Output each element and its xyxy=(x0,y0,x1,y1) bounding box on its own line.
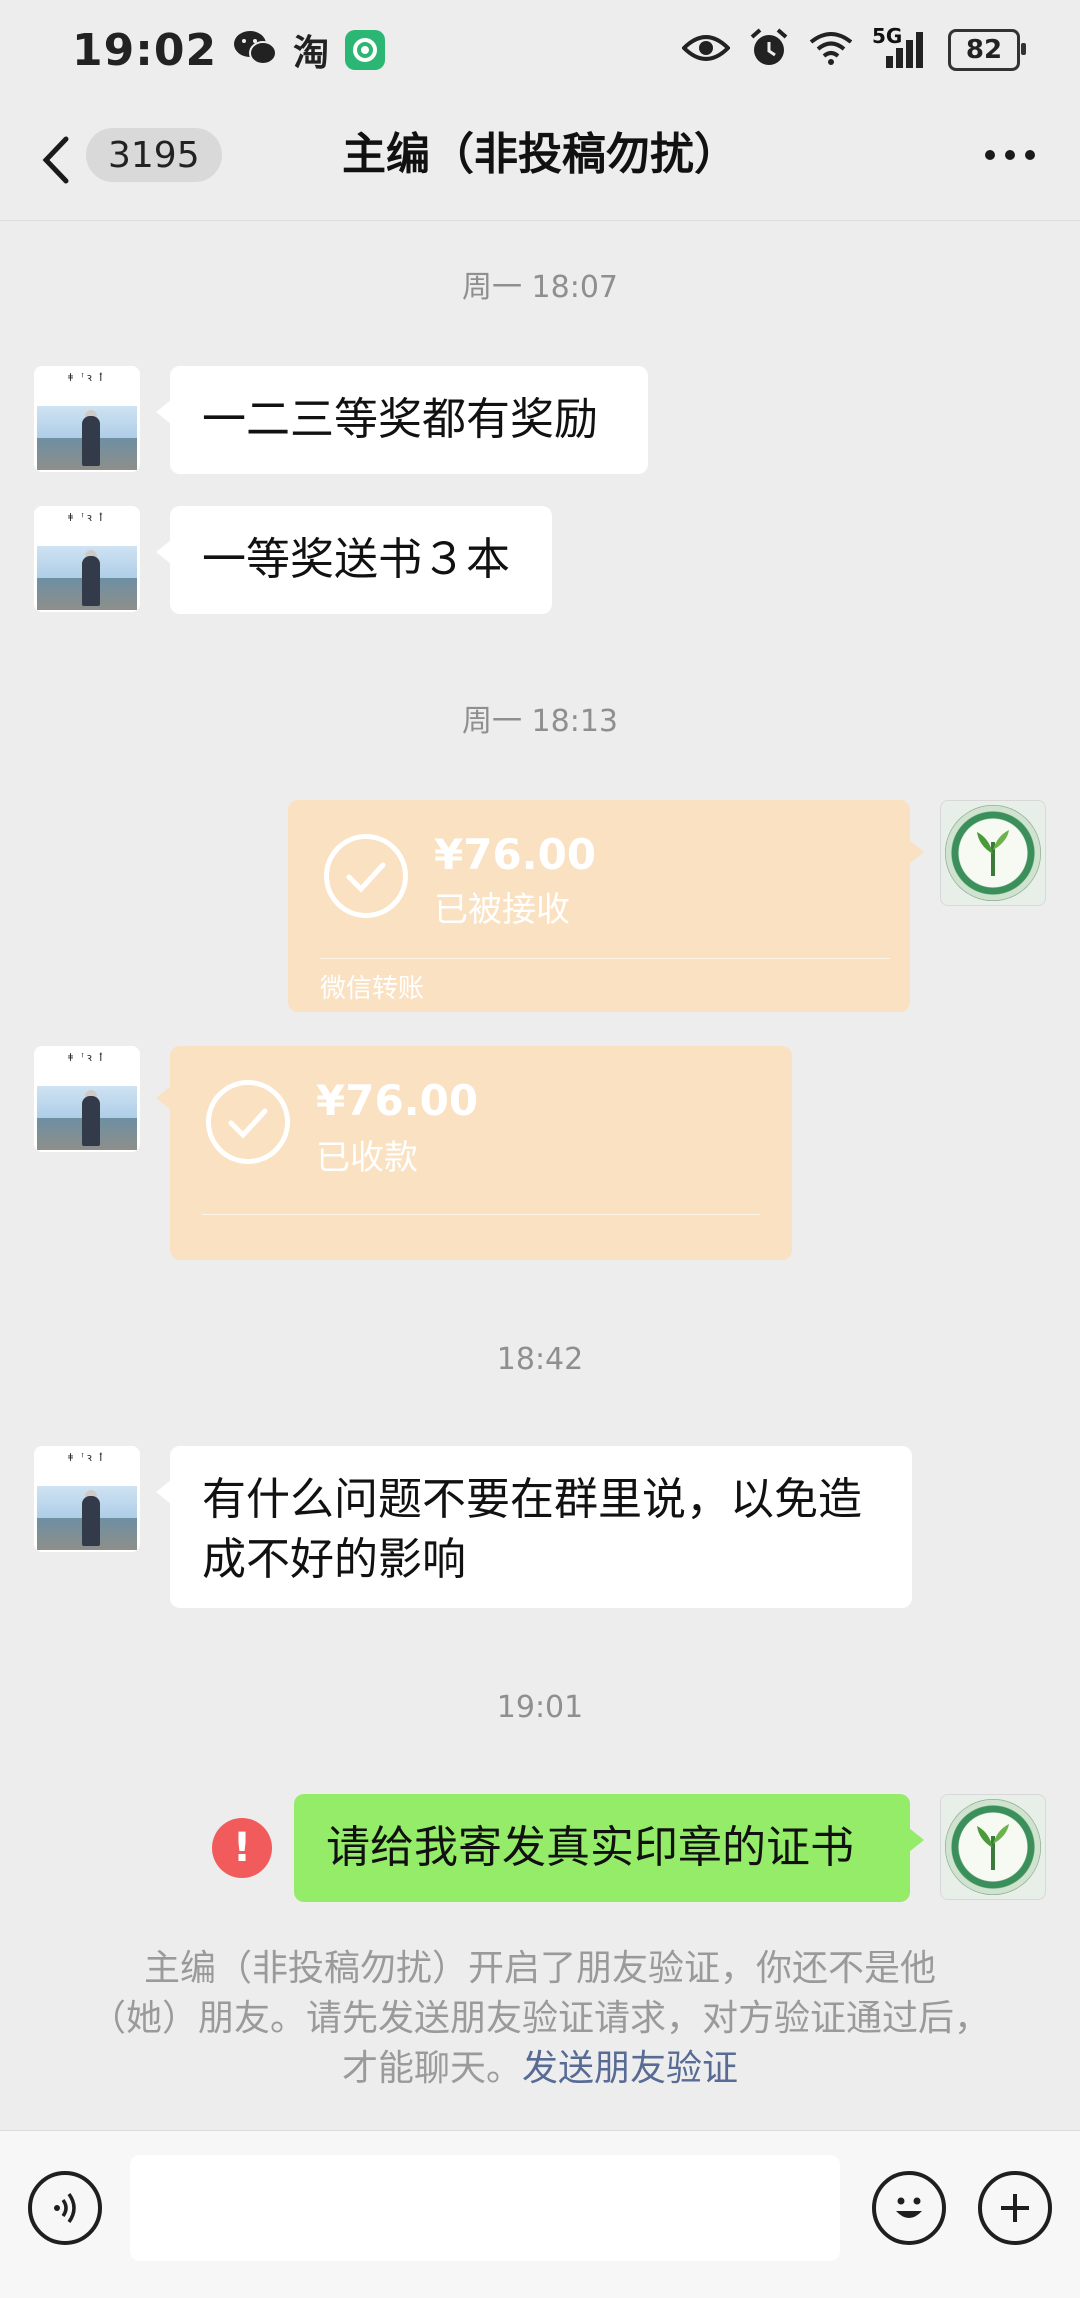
my-avatar[interactable] xyxy=(940,800,1046,906)
notice-text: 才能聊天。 xyxy=(341,2048,522,2089)
avatar-calligraphy: ǂ ꜛꝛ ꝉ xyxy=(68,1051,105,1064)
contact-avatar[interactable]: ǂ ꜛꝛ ꝉ xyxy=(34,366,140,472)
contact-avatar[interactable]: ǂ ꜛꝛ ꝉ xyxy=(34,1446,140,1552)
status-right: 5G 82 xyxy=(681,24,1026,73)
wechat-icon xyxy=(233,29,278,71)
chevron-left-icon xyxy=(42,136,69,184)
plus-icon xyxy=(1001,2194,1029,2222)
eye-icon xyxy=(681,32,731,68)
message-timestamp: 周一 18:13 xyxy=(462,704,618,739)
voice-icon xyxy=(54,2192,76,2224)
avatar-calligraphy: ǂ ꜛꝛ ꝉ xyxy=(68,511,105,524)
message-timestamp: 周一 18:07 xyxy=(462,270,618,305)
transfer-card-sent[interactable]: ¥76.00 已被接收 微信转账 xyxy=(288,800,924,1012)
signal-icon: 5G xyxy=(872,24,930,70)
avatar-badge xyxy=(945,1799,1041,1895)
send-verification-link[interactable]: 发送朋友验证 xyxy=(522,2048,738,2089)
message-text-line: 有什么问题不要在群里说，以免造 xyxy=(202,1474,862,1525)
alarm-icon xyxy=(748,27,790,73)
message-text-line: 成不好的影响 xyxy=(202,1534,466,1585)
message-bubble[interactable]: 一二三等奖都有奖励 xyxy=(156,366,648,474)
sprout-icon xyxy=(977,1824,1009,1870)
unread-count-badge[interactable]: 3195 xyxy=(86,128,222,182)
status-bar: 19:02 淘 5G 82 xyxy=(0,0,1080,100)
notice-line: 主编（非投稿勿扰）开启了朋友验证，你还不是他 xyxy=(143,1948,936,1989)
more-button[interactable] xyxy=(980,140,1040,170)
voice-button[interactable] xyxy=(28,2171,102,2245)
transfer-amount: ¥76.00 xyxy=(434,830,597,879)
battery-icon: 82 xyxy=(948,29,1026,71)
message-timestamp: 18:42 xyxy=(496,1342,584,1377)
app-icon xyxy=(345,30,386,70)
contact-avatar[interactable]: ǂ ꜛꝛ ꝉ xyxy=(34,506,140,612)
sprout-icon xyxy=(977,830,1009,876)
transfer-status: 已被接收 xyxy=(434,890,570,930)
transfer-divider xyxy=(202,1214,760,1215)
avatar-calligraphy: ǂ ꜛꝛ ꝉ xyxy=(68,371,105,384)
my-avatar[interactable] xyxy=(940,1794,1046,1900)
message-timestamp: 19:01 xyxy=(496,1690,584,1725)
avatar-badge xyxy=(945,805,1041,901)
transfer-card-received[interactable]: ¥76.00 已收款 xyxy=(156,1046,792,1260)
wifi-icon xyxy=(808,30,854,70)
message-bubble[interactable]: 一等奖送书３本 xyxy=(156,506,552,614)
network-label: 5G xyxy=(872,24,903,48)
friend-verification-notice: 主编（非投稿勿扰）开启了朋友验证，你还不是他 （她）朋友。请先发送朋友验证请求，… xyxy=(80,1944,1000,2094)
chat-header: 主编（非投稿勿扰） 3195 xyxy=(0,100,1080,221)
emoji-button[interactable] xyxy=(872,2171,946,2245)
transfer-status: 已收款 xyxy=(316,1138,418,1178)
input-bar xyxy=(0,2130,1080,2298)
back-button[interactable] xyxy=(40,130,80,190)
message-input[interactable] xyxy=(130,2155,840,2261)
plus-button[interactable] xyxy=(978,2171,1052,2245)
status-time: 19:02 xyxy=(72,24,218,76)
more-icon xyxy=(985,150,1035,160)
status-left: 19:02 淘 xyxy=(72,24,386,76)
transfer-amount: ¥76.00 xyxy=(316,1076,479,1125)
check-circle-icon xyxy=(324,834,408,918)
contact-avatar[interactable]: ǂ ꜛꝛ ꝉ xyxy=(34,1046,140,1152)
message-bubble[interactable]: 有什么问题不要在群里说，以免造 成不好的影响 xyxy=(156,1446,912,1608)
transfer-divider xyxy=(320,958,890,959)
emoji-icon xyxy=(896,2197,922,2218)
check-circle-icon xyxy=(206,1080,290,1164)
avatar-calligraphy: ǂ ꜛꝛ ꝉ xyxy=(68,1451,105,1464)
notice-line: （她）朋友。请先发送朋友验证请求，对方验证通过后， xyxy=(89,1998,990,2039)
send-failed-icon[interactable]: ! xyxy=(212,1818,272,1878)
transfer-caption: 微信转账 xyxy=(320,974,425,1004)
sent-message-bubble[interactable]: 请给我寄发真实印章的证书 xyxy=(294,1794,924,1902)
taobao-icon: 淘 xyxy=(293,33,330,74)
notice-line: 才能聊天。发送朋友验证 xyxy=(80,2044,1000,2094)
